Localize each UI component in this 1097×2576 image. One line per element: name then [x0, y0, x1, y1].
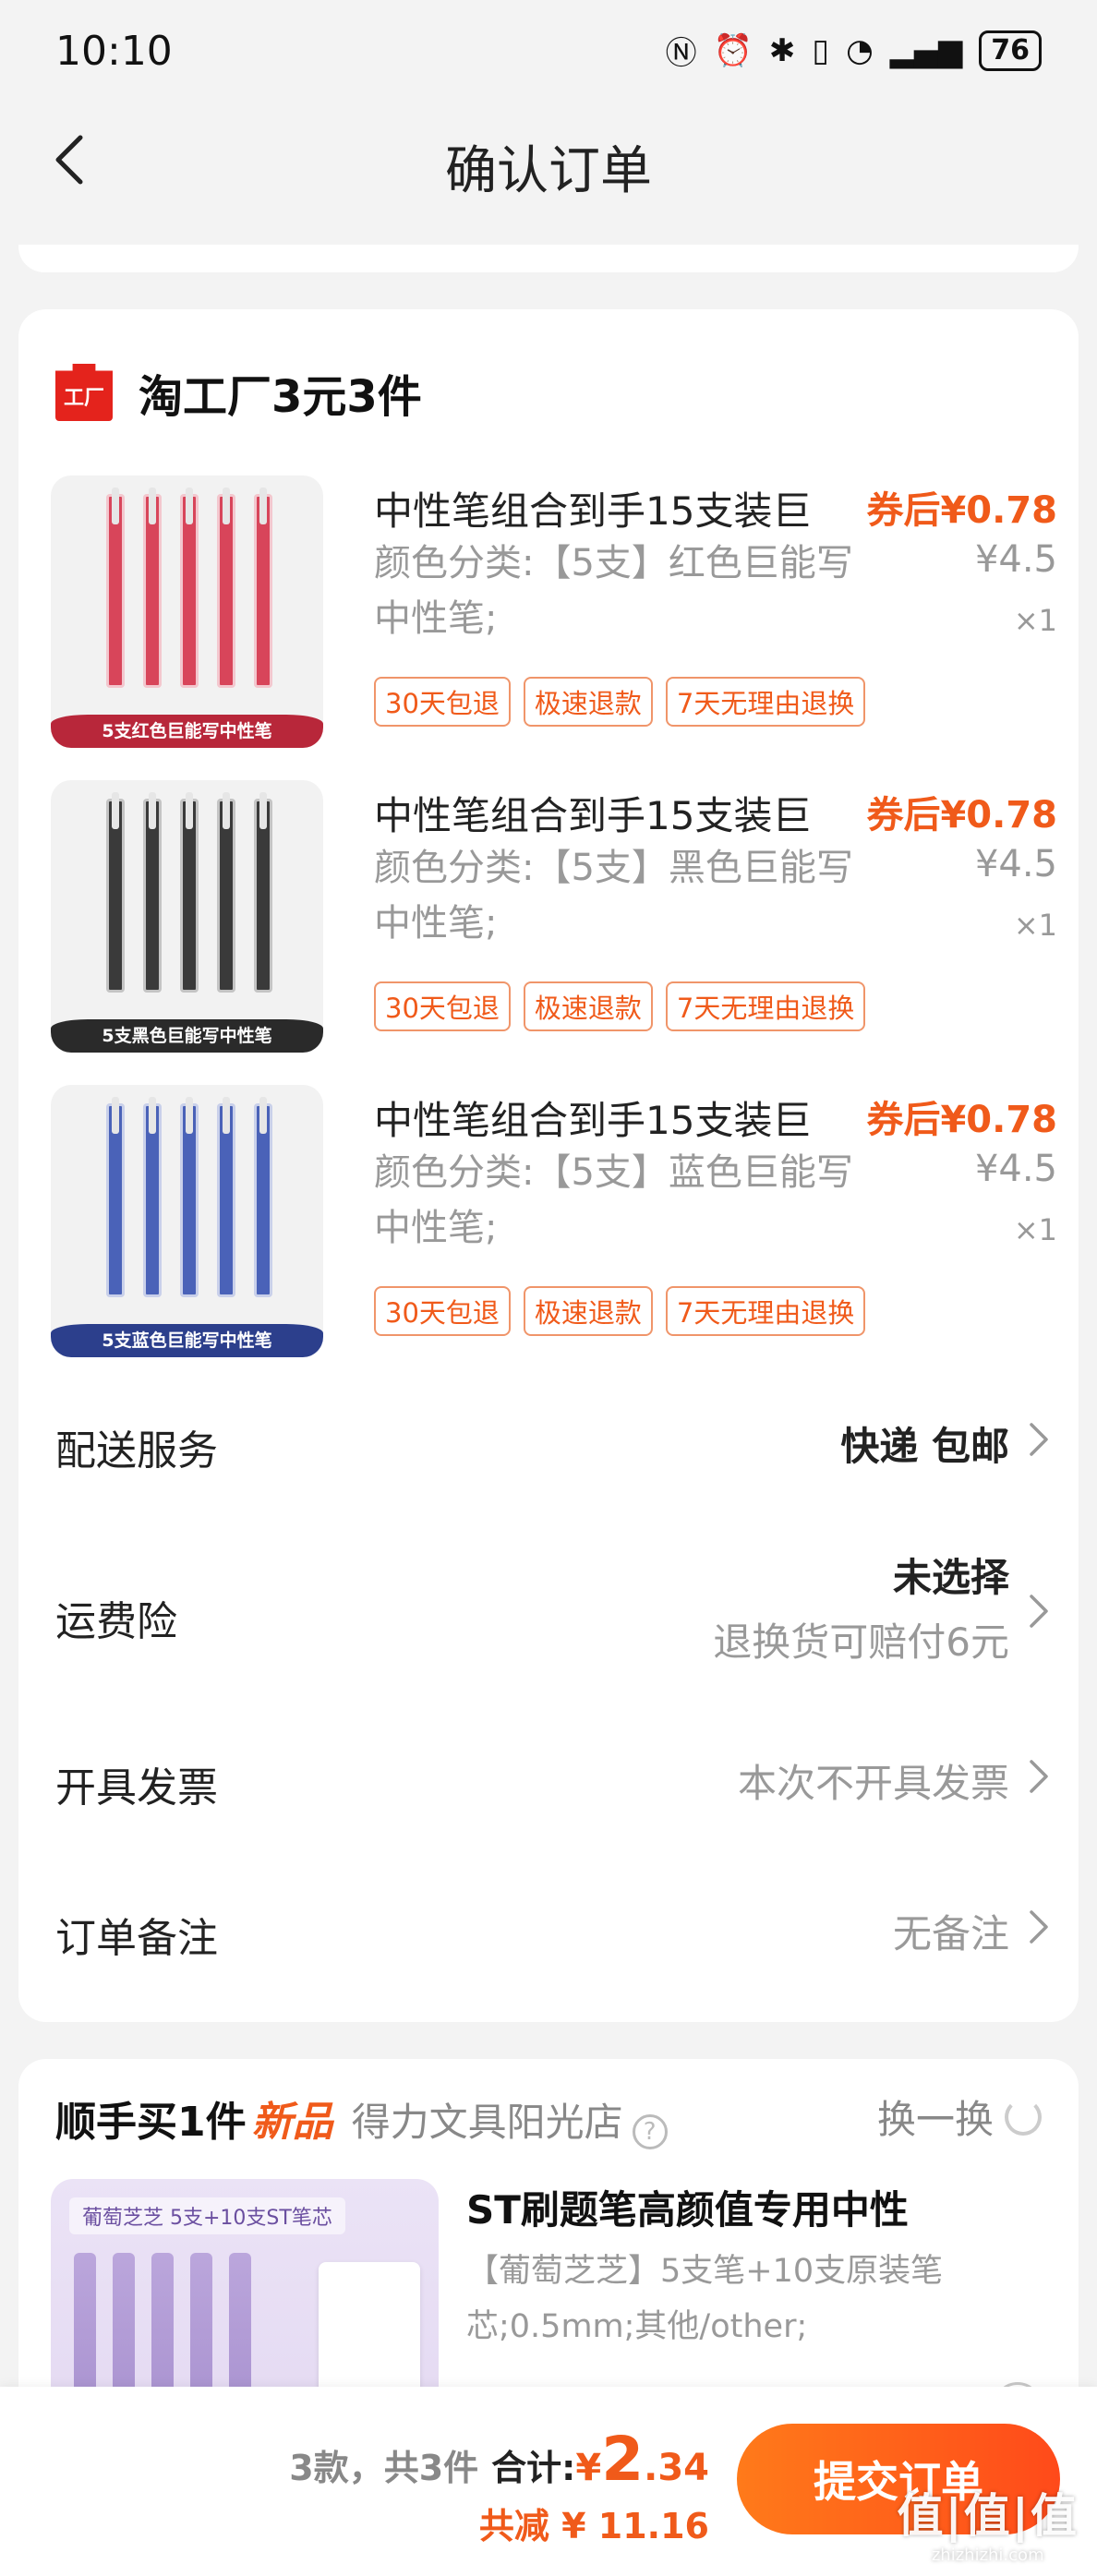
currency-symbol: ¥ [575, 2447, 602, 2489]
shop-name: 淘工厂3元3件 [139, 371, 422, 423]
status-bar: 10:10 Ⓝ ⏰ ✱ ▯ ◔ ▂▄▆ 76 [0, 0, 1097, 102]
page-title: 确认订单 [445, 141, 652, 201]
remark-value: 无备注 [892, 1911, 1009, 1956]
watermark-logo: 值|值|值 [897, 2489, 1079, 2543]
product-thumbnail: 5支蓝色巨能写中性笔 [51, 1085, 323, 1357]
total-label: 合计: [491, 2448, 576, 2488]
recommend-store[interactable]: 得力文具阳光店 [352, 2091, 623, 2148]
alarm-icon: ⏰ [713, 31, 753, 69]
product-quantity: ×1 [1013, 908, 1057, 943]
thumbnail-label: 5支红色巨能写中性笔 [51, 715, 323, 748]
service-tag: 极速退款 [523, 677, 653, 727]
service-tag: 7天无理由退换 [665, 981, 866, 1031]
pens-image [106, 792, 272, 1002]
product-item[interactable]: 5支蓝色巨能写中性笔 中性笔组合到手15支装巨 券后¥0.78 颜色分类:【5支… [51, 1085, 1057, 1362]
insurance-label: 运费险 [55, 1598, 177, 1645]
invoice-value: 本次不开具发票 [737, 1761, 1009, 1806]
product-title: 中性笔组合到手15支装巨 [374, 793, 812, 838]
service-tags: 30天包退 极速退款 7天无理由退换 [374, 981, 866, 1031]
service-tag: 极速退款 [523, 981, 653, 1031]
bluetooth-icon: ✱ [768, 31, 796, 69]
pack-label: 葡萄芝芝 5支+10支ST笔芯 [69, 2197, 345, 2234]
product-price: ¥4.5 [974, 1148, 1057, 1190]
signal-icon: ▂▄▆ [889, 31, 963, 69]
remark-row[interactable]: 订单备注 无备注 [55, 1896, 1051, 1969]
recommend-product-desc: 【葡萄芝芝】5支笔+10支原装笔芯;0.5mm;其他/other; [466, 2253, 944, 2345]
coupon-price: 券后¥0.78 [866, 794, 1057, 837]
total-decimal: .34 [644, 2447, 709, 2489]
chevron-right-icon [1027, 1758, 1051, 1795]
new-badge: 新品 [251, 2099, 333, 2146]
remark-label: 订单备注 [55, 1915, 218, 1962]
discount-total: 共减 ¥ 11.16 [478, 2506, 709, 2546]
thumbnail-label: 5支蓝色巨能写中性笔 [51, 1324, 323, 1357]
product-thumbnail: 5支黑色巨能写中性笔 [51, 780, 323, 1053]
shop-header[interactable]: 工厂 淘工厂3元3件 [55, 360, 422, 425]
delivery-label: 配送服务 [55, 1427, 218, 1475]
product-item[interactable]: 5支黑色巨能写中性笔 中性笔组合到手15支装巨 券后¥0.78 颜色分类:【5支… [51, 780, 1057, 1057]
service-tags: 30天包退 极速退款 7天无理由退换 [374, 677, 866, 727]
coupon-price: 券后¥0.78 [866, 489, 1057, 532]
service-tag: 极速退款 [523, 1286, 653, 1336]
service-tag: 30天包退 [374, 1286, 511, 1336]
wifi-icon: ◔ [846, 31, 874, 69]
status-time: 10:10 [55, 28, 173, 75]
swap-label: 换一换 [876, 2097, 994, 2142]
shipping-insurance-row[interactable]: 运费险 未选择 退换货可赔付6元 [55, 1547, 1051, 1676]
checkout-bar: 3款，共3件 合计: ¥ 2 .34 共减 ¥ 11.16 提交订单 值|值|值… [0, 2387, 1097, 2576]
watermark-url: zhizhizhi.com [931, 2546, 1044, 2565]
service-tags: 30天包退 极速退款 7天无理由退换 [374, 1286, 866, 1336]
insurance-value: 未选择 [892, 1555, 1009, 1600]
shop-logo: 工厂 [55, 364, 113, 421]
order-card: 工厂 淘工厂3元3件 5支红色巨能写中性笔 中性笔组合到手15支装巨 券后¥0.… [18, 309, 1079, 2022]
product-variant: 颜色分类:【5支】黑色巨能写中性笔; [374, 847, 853, 945]
nfc-icon: Ⓝ [665, 35, 697, 72]
thumbnail-label: 5支黑色巨能写中性笔 [51, 1019, 323, 1053]
swap-button[interactable]: 换一换 [877, 2088, 1042, 2145]
recommend-title: 顺手买1件 [55, 2099, 247, 2146]
pens-image [106, 488, 272, 697]
product-variant: 颜色分类:【5支】红色巨能写中性笔; [374, 542, 853, 640]
delivery-row[interactable]: 配送服务 快递 包邮 [55, 1408, 1051, 1482]
product-thumbnail: 5支红色巨能写中性笔 [51, 475, 323, 748]
insurance-subtext: 退换货可赔付6元 [713, 1619, 1009, 1665]
service-tag: 7天无理由退换 [665, 1286, 866, 1336]
coupon-price: 券后¥0.78 [866, 1099, 1057, 1141]
chevron-right-icon [1027, 1593, 1051, 1630]
recommend-header: 顺手买1件 新品 得力文具阳光店 ? [55, 2088, 668, 2149]
product-variant: 颜色分类:【5支】蓝色巨能写中性笔; [374, 1151, 853, 1249]
vibrate-icon: ▯ [812, 31, 830, 69]
item-count: 3款，共3件 [289, 2448, 479, 2488]
refresh-icon [1005, 2098, 1042, 2136]
product-title: 中性笔组合到手15支装巨 [374, 488, 812, 534]
address-card-edge [18, 245, 1079, 272]
product-title: 中性笔组合到手15支装巨 [374, 1098, 812, 1143]
service-tag: 7天无理由退换 [665, 677, 866, 727]
invoice-row[interactable]: 开具发票 本次不开具发票 [55, 1745, 1051, 1819]
service-tag: 30天包退 [374, 677, 511, 727]
chevron-right-icon [1027, 1908, 1051, 1945]
help-icon[interactable]: ? [632, 2114, 668, 2149]
product-quantity: ×1 [1013, 603, 1057, 638]
product-quantity: ×1 [1013, 1212, 1057, 1247]
recommend-product-title[interactable]: ST刷题笔高颜值专用中性 [466, 2179, 909, 2235]
product-price: ¥4.5 [974, 843, 1057, 885]
total-integer: 2 [601, 2424, 645, 2495]
nav-bar: 确认订单 [0, 102, 1097, 222]
invoice-label: 开具发票 [55, 1764, 218, 1812]
total-summary: 3款，共3件 合计: ¥ 2 .34 [289, 2424, 709, 2495]
pens-image [106, 1097, 272, 1306]
battery-icon: 76 [979, 30, 1042, 71]
service-tag: 30天包退 [374, 981, 511, 1031]
product-price: ¥4.5 [974, 538, 1057, 581]
product-item[interactable]: 5支红色巨能写中性笔 中性笔组合到手15支装巨 券后¥0.78 颜色分类:【5支… [51, 475, 1057, 752]
chevron-right-icon [1027, 1421, 1051, 1458]
delivery-value: 快递 包邮 [840, 1424, 1009, 1469]
watermark: 值|值|值 zhizhizhi.com [897, 2479, 1079, 2565]
status-icons: Ⓝ ⏰ ✱ ▯ ◔ ▂▄▆ 76 [666, 28, 1042, 73]
